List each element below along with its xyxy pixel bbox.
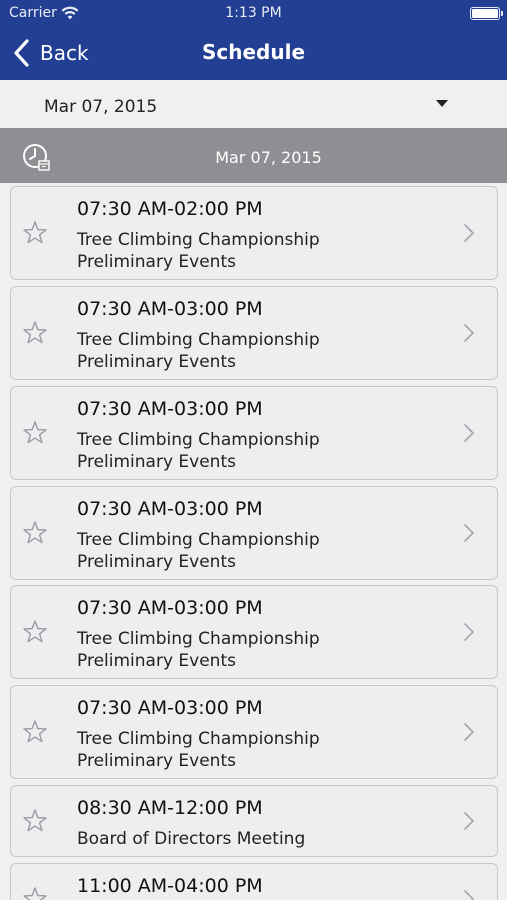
event-title-line2: Preliminary Events [77,552,236,572]
event-time: 08:30 AM-12:00 PM [77,797,263,819]
battery-icon [470,7,500,20]
event-time: 11:00 AM-04:00 PM [77,875,263,897]
status-time: 1:13 PM [225,5,282,21]
event-card[interactable]: 07:30 AM-03:00 PM Tree Climbing Champions… [10,685,498,779]
event-title-line2: Preliminary Events [77,252,236,272]
back-button[interactable]: Back [12,36,89,70]
star-outline-icon[interactable] [22,719,48,745]
chevron-left-icon [14,39,29,67]
chevron-right-icon [464,890,474,900]
back-label: Back [40,41,89,65]
event-title: Tree Climbing Championship Preliminary Ev… [77,329,437,373]
event-card[interactable]: 07:30 AM-03:00 PM Tree Climbing Champions… [10,585,498,679]
star-outline-icon[interactable] [22,619,48,645]
star-outline-icon[interactable] [22,808,48,834]
event-time: 07:30 AM-02:00 PM [77,198,263,220]
event-list[interactable]: 07:30 AM-02:00 PM Tree Climbing Champions… [0,184,507,900]
star-outline-icon[interactable] [22,220,48,246]
event-title-line1: Tree Climbing Championship [77,330,320,350]
event-card[interactable]: 07:30 AM-03:00 PM Tree Climbing Champions… [10,386,498,480]
event-time: 07:30 AM-03:00 PM [77,398,263,420]
event-title: Tree Climbing Championship Preliminary Ev… [77,728,437,772]
chevron-right-icon [464,524,474,542]
section-header-date: Mar 07, 2015 [215,148,322,167]
event-title: Tree Climbing Championship Preliminary Ev… [77,429,437,473]
event-title: Tree Climbing Championship Preliminary Ev… [77,628,437,672]
event-title: Board of Directors Meeting [77,828,437,850]
event-title-line2: Preliminary Events [77,751,236,771]
star-outline-icon[interactable] [22,420,48,446]
date-dropdown-value: Mar 07, 2015 [44,97,158,117]
event-title-line2: Preliminary Events [77,651,236,671]
event-card[interactable]: 07:30 AM-03:00 PM Tree Climbing Champions… [10,286,498,380]
event-title: Tree Climbing Championship Preliminary Ev… [77,229,437,273]
event-title-line1: Tree Climbing Championship [77,530,320,550]
event-time: 07:30 AM-03:00 PM [77,597,263,619]
event-title: Tree Climbing Championship Preliminary Ev… [77,529,437,573]
star-outline-icon[interactable] [22,886,48,900]
event-title-line1: Tree Climbing Championship [77,430,320,450]
chevron-right-icon [464,623,474,641]
event-title-line1: Tree Climbing Championship [77,729,320,749]
battery-tip [501,11,503,16]
caret-down-icon [436,100,448,107]
event-title-line1: Board of Directors Meeting [77,829,306,849]
event-time: 07:30 AM-03:00 PM [77,498,263,520]
event-card[interactable]: 07:30 AM-03:00 PM Tree Climbing Champions… [10,486,498,580]
event-card[interactable]: 07:30 AM-02:00 PM Tree Climbing Champions… [10,186,498,280]
chevron-right-icon [464,324,474,342]
status-bar: Carrier 1:13 PM [0,0,507,28]
event-card[interactable]: 11:00 AM-04:00 PM [10,863,498,900]
star-outline-icon[interactable] [22,320,48,346]
chevron-right-icon [464,424,474,442]
section-header: Mar 07, 2015 [0,128,507,183]
event-title-line1: Tree Climbing Championship [77,629,320,649]
star-outline-icon[interactable] [22,520,48,546]
event-title-line1: Tree Climbing Championship [77,230,320,250]
event-time: 07:30 AM-03:00 PM [77,697,263,719]
event-title-line2: Preliminary Events [77,452,236,472]
event-card[interactable]: 08:30 AM-12:00 PM Board of Directors Meet… [10,785,498,857]
chevron-right-icon [464,723,474,741]
navigation-bar: Carrier 1:13 PM Back Schedule [0,0,507,80]
event-title-line2: Preliminary Events [77,352,236,372]
event-time: 07:30 AM-03:00 PM [77,298,263,320]
clock-calendar-icon [23,144,50,171]
chevron-right-icon [464,224,474,242]
date-dropdown[interactable]: Mar 07, 2015 [0,80,507,128]
chevron-right-icon [464,812,474,830]
